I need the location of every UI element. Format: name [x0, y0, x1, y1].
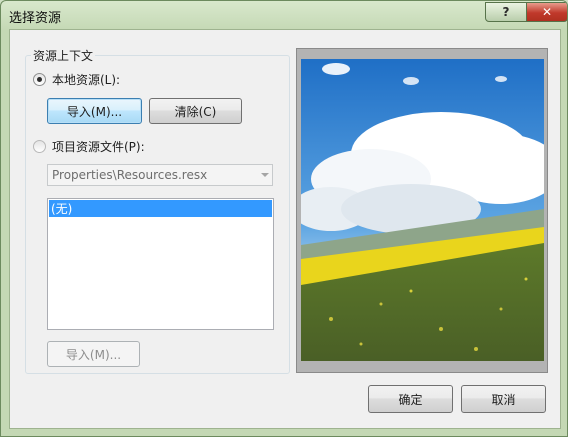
image-preview — [296, 48, 548, 373]
preview-image — [301, 59, 544, 361]
close-icon: ✕ — [541, 5, 553, 19]
local-import-button[interactable]: 导入(M)... — [47, 98, 142, 124]
list-item-label: (无) — [51, 202, 73, 216]
chevron-down-icon — [261, 173, 269, 177]
radio-checked-icon — [33, 73, 46, 86]
resource-file-combo[interactable]: Properties\Resources.resx — [47, 164, 273, 186]
help-icon: ? — [502, 5, 510, 19]
help-button[interactable]: ? — [485, 2, 527, 22]
group-legend: 资源上下文 — [31, 47, 96, 64]
clear-label: 清除(C) — [174, 104, 217, 119]
project-import-button[interactable]: 导入(M)... — [47, 341, 140, 367]
local-resource-radio[interactable]: 本地资源(L): — [33, 71, 120, 88]
title-bar[interactable]: 选择资源 ? ✕ — [1, 1, 567, 29]
ok-label: 确定 — [398, 392, 423, 407]
local-resource-label: 本地资源(L): — [52, 73, 121, 87]
project-resource-radio[interactable]: 项目资源文件(P): — [33, 138, 145, 155]
choose-resource-dialog: 选择资源 ? ✕ 资源上下文 本地资源(L): 导入(M)... 清除(C) 项… — [0, 0, 568, 437]
dialog-body: 资源上下文 本地资源(L): 导入(M)... 清除(C) 项目资源文件(P):… — [9, 29, 561, 429]
dialog-title: 选择资源 — [9, 11, 62, 26]
ok-button[interactable]: 确定 — [368, 385, 453, 413]
cancel-label: 取消 — [491, 392, 516, 407]
project-resource-label: 项目资源文件(P): — [52, 140, 145, 154]
project-resource-list[interactable]: (无) — [47, 198, 274, 330]
clear-button[interactable]: 清除(C) — [149, 98, 242, 124]
project-import-label: 导入(M)... — [65, 347, 122, 362]
list-item[interactable]: (无) — [49, 200, 272, 217]
radio-unchecked-icon — [33, 140, 46, 153]
resource-file-value: Properties\Resources.resx — [52, 168, 208, 182]
cancel-button[interactable]: 取消 — [461, 385, 546, 413]
local-import-label: 导入(M)... — [66, 104, 123, 119]
close-button[interactable]: ✕ — [526, 2, 567, 22]
